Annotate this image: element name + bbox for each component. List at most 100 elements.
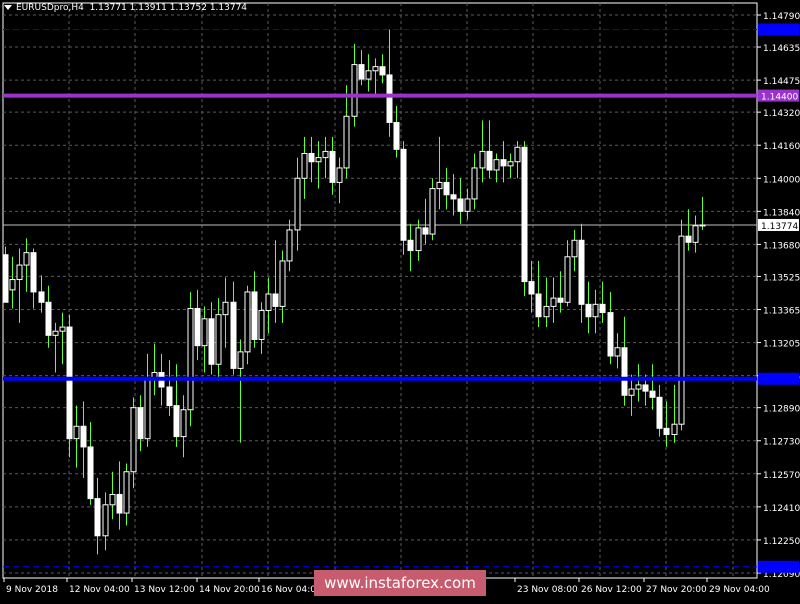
price-tick-label: 1.14000 bbox=[763, 175, 800, 185]
candle-body bbox=[415, 227, 422, 252]
candle-body bbox=[258, 310, 265, 340]
candle[interactable] bbox=[521, 141, 528, 297]
candle-body bbox=[45, 301, 52, 336]
candle-body bbox=[557, 297, 564, 303]
time-tick-label: 23 Nov 08:00 bbox=[517, 585, 578, 595]
candle-body bbox=[123, 471, 130, 514]
candle-body bbox=[393, 121, 400, 150]
candle[interactable] bbox=[66, 314, 73, 458]
price-tick-label: 1.14475 bbox=[763, 77, 800, 87]
candle-body bbox=[315, 157, 322, 163]
candle-body bbox=[514, 146, 521, 163]
candle-body bbox=[279, 260, 286, 307]
candle-body bbox=[429, 188, 436, 235]
candle-body bbox=[628, 388, 635, 396]
candle-body bbox=[215, 314, 222, 365]
candle-body bbox=[80, 425, 87, 448]
candle-body bbox=[649, 390, 656, 398]
candle-body bbox=[521, 146, 528, 283]
price-chart[interactable]: 1.14790 1.14635 1.14475 1.14320 1.14160 1.140… bbox=[0, 0, 800, 600]
price-tag-dashed-top-bg bbox=[758, 23, 799, 36]
candle-body bbox=[265, 293, 272, 312]
candle-body bbox=[450, 194, 457, 200]
price-tick-label: 1.13840 bbox=[763, 208, 800, 218]
candle-body bbox=[87, 446, 94, 500]
candle-body bbox=[52, 330, 59, 336]
candle[interactable] bbox=[678, 219, 685, 431]
candle-body bbox=[94, 498, 101, 537]
candle-body bbox=[23, 252, 30, 266]
time-tick-label: 16 Nov 04:00 bbox=[261, 585, 322, 595]
candle-body bbox=[407, 239, 414, 252]
candle-body bbox=[294, 177, 301, 231]
watermark: www.instaforex.com bbox=[314, 570, 486, 596]
candle-body bbox=[180, 409, 187, 438]
candle-body bbox=[685, 235, 692, 243]
price-tag-dashed-bottom bbox=[758, 560, 799, 573]
time-tick-label: 12 Nov 04:00 bbox=[69, 585, 130, 595]
price-tag-dashed-bottom-bg bbox=[758, 560, 799, 573]
candle-body bbox=[109, 493, 116, 506]
candle-body bbox=[493, 159, 500, 171]
price-tick-label: 1.12410 bbox=[763, 504, 800, 514]
price-tag-purple-text: 1.14400 bbox=[761, 93, 798, 103]
dropdown-triangle-icon[interactable] bbox=[4, 5, 12, 10]
candle-body bbox=[308, 152, 315, 163]
candle-body bbox=[38, 291, 45, 303]
price-tag-purple: 1.14400 bbox=[758, 89, 799, 103]
candle-body bbox=[656, 396, 663, 429]
price-tick-label: 1.13365 bbox=[763, 307, 800, 317]
candle-body bbox=[251, 291, 258, 340]
time-tick-label: 26 Nov 12:00 bbox=[581, 585, 642, 595]
candle-body bbox=[59, 326, 66, 332]
candle-body bbox=[564, 256, 571, 303]
candle-body bbox=[422, 227, 429, 235]
time-tick-label: 9 Nov 2018 bbox=[6, 585, 58, 595]
candle-body bbox=[592, 303, 599, 318]
candle-body bbox=[2, 254, 9, 303]
candle-body bbox=[379, 66, 386, 76]
candle[interactable] bbox=[187, 291, 194, 427]
chart-canvas[interactable]: 1.14790 1.14635 1.14475 1.14320 1.14160 1.140… bbox=[0, 0, 800, 600]
candle-body bbox=[500, 159, 507, 167]
price-tag-current: 1.13774 bbox=[758, 218, 799, 232]
candle[interactable] bbox=[2, 246, 9, 303]
time-tick-label: 14 Nov 20:00 bbox=[199, 585, 260, 595]
candle-body bbox=[443, 181, 450, 196]
candle-body bbox=[144, 378, 151, 440]
price-tick-label: 1.14790 bbox=[763, 12, 800, 22]
price-tick-label: 1.12890 bbox=[763, 405, 800, 415]
price-tick-label: 1.13525 bbox=[763, 273, 800, 283]
price-tick-label: 1.14160 bbox=[763, 142, 800, 152]
candle-body bbox=[663, 427, 670, 436]
candle-body bbox=[607, 312, 614, 357]
candle-body bbox=[322, 150, 329, 159]
candle-body bbox=[343, 115, 350, 169]
candle-body bbox=[9, 279, 16, 291]
time-tick-label: 29 Nov 04:00 bbox=[709, 585, 770, 595]
candle-body bbox=[272, 293, 279, 307]
candle-body bbox=[102, 504, 109, 537]
time-tick-label: 27 Nov 20:00 bbox=[646, 585, 707, 595]
candle-body bbox=[471, 167, 478, 200]
candle-body bbox=[137, 407, 144, 440]
price-tick-label: 1.13680 bbox=[763, 241, 800, 251]
price-tick-label: 1.12730 bbox=[763, 438, 800, 448]
candle-body bbox=[599, 303, 606, 314]
candle-body bbox=[201, 318, 208, 347]
candle-body bbox=[66, 326, 73, 440]
candle-body bbox=[571, 239, 578, 258]
candle-body bbox=[336, 167, 343, 183]
candle[interactable] bbox=[400, 141, 407, 255]
candle-body bbox=[436, 181, 443, 190]
candle-body bbox=[486, 150, 493, 171]
candle-body bbox=[351, 64, 358, 117]
candle-body bbox=[400, 148, 407, 241]
candle-body bbox=[230, 301, 237, 369]
price-tag-current-text: 1.13774 bbox=[761, 222, 798, 232]
candle-body bbox=[614, 347, 621, 357]
candle-body bbox=[543, 305, 550, 318]
time-tick-label: 13 Nov 12:00 bbox=[134, 585, 195, 595]
candle-body bbox=[222, 301, 229, 316]
candle-body bbox=[550, 297, 557, 307]
